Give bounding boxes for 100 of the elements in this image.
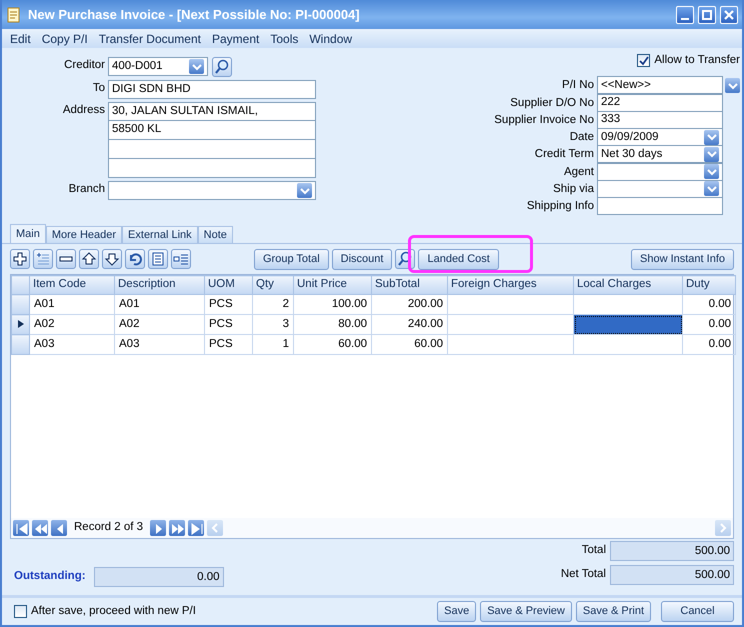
field-value: 400-D001: [112, 58, 163, 74]
column-header: Item Code: [30, 276, 114, 294]
close-button[interactable]: [720, 6, 738, 24]
add-button[interactable]: [10, 249, 30, 269]
first-button[interactable]: [13, 520, 29, 536]
table-cell: A02: [114, 314, 204, 334]
dropdown-button[interactable]: [704, 164, 719, 180]
menu-item[interactable]: Edit: [10, 30, 31, 48]
input-field[interactable]: <<New>>: [597, 76, 723, 94]
table-cell: A03: [30, 334, 114, 354]
column-header: UOM: [204, 276, 252, 294]
field-value: 222: [601, 95, 620, 110]
maximize-button[interactable]: [698, 6, 716, 24]
row-selector[interactable]: [12, 314, 30, 334]
checkbox-label: After save, proceed with new P/I: [31, 604, 196, 619]
up-arrow-icon: [81, 251, 97, 267]
dropdown-field[interactable]: Net 30 days: [597, 145, 723, 164]
dropdown-button[interactable]: [704, 181, 719, 196]
minimize-icon: [681, 18, 689, 20]
toolbar-button[interactable]: Discount: [332, 248, 392, 270]
tab[interactable]: Note: [198, 226, 233, 243]
checkbox[interactable]: [14, 605, 27, 618]
field-value: 333: [601, 112, 620, 128]
table-cell: 200.00: [372, 294, 448, 314]
toolbar-button[interactable]: Landed Cost: [418, 248, 499, 270]
show-instant-info-button[interactable]: Show Instant Info: [631, 248, 734, 270]
field-label: Creditor: [63, 58, 106, 73]
minus-button[interactable]: [56, 249, 76, 269]
rewind-icon: [33, 521, 47, 535]
input-field[interactable]: 333: [597, 110, 723, 129]
checkbox[interactable]: [637, 54, 650, 68]
outstanding-value: 0.00: [94, 567, 224, 587]
maximize-icon: [700, 8, 714, 22]
dropdown-field[interactable]: 09/09/2009: [597, 128, 723, 146]
footer-button[interactable]: Save & Print: [576, 601, 651, 622]
checkmark-icon: [638, 56, 649, 66]
checkbox-label: Allow to Transfer: [654, 53, 740, 68]
previous-button[interactable]: [51, 520, 67, 536]
first-icon: [14, 521, 28, 535]
dropdown-button[interactable]: [297, 183, 312, 198]
field-label: Ship via: [553, 182, 595, 197]
field-label: Date: [570, 130, 595, 145]
dropdown-field[interactable]: [597, 180, 723, 198]
dropdown-button[interactable]: [189, 59, 204, 74]
outstanding-label: Outstanding:: [14, 569, 86, 584]
input-field[interactable]: [597, 197, 723, 216]
column-header: Description: [114, 276, 204, 294]
field-value: 09/09/2009: [601, 130, 659, 144]
selected-cell[interactable]: [574, 314, 682, 334]
fast-forward-icon: [170, 521, 184, 535]
down-arrow-button[interactable]: [102, 249, 122, 269]
table-cell: 60.00: [372, 334, 448, 354]
rewind-button[interactable]: [32, 520, 48, 536]
tab[interactable]: Main: [10, 224, 46, 243]
footer-button[interactable]: Save & Preview: [480, 601, 572, 622]
menu-item[interactable]: Window: [309, 30, 352, 48]
minimize-button[interactable]: [676, 6, 694, 24]
field-label: Supplier D/O No: [510, 96, 595, 110]
field-label: Supplier Invoice No: [494, 112, 595, 128]
dropdown-button[interactable]: [704, 146, 719, 162]
undo-button[interactable]: [125, 249, 145, 269]
last-button[interactable]: [188, 520, 204, 536]
next-button[interactable]: [150, 520, 166, 536]
column-header: Local Charges: [574, 276, 682, 294]
list-button[interactable]: [148, 249, 168, 269]
tab[interactable]: External Link: [122, 226, 198, 243]
table-cell: 100.00: [294, 294, 372, 314]
table-cell: 3: [252, 314, 294, 334]
footer-button[interactable]: Cancel: [661, 601, 734, 622]
up-arrow-button[interactable]: [79, 249, 99, 269]
table-cell: 1: [252, 334, 294, 354]
creditor-field[interactable]: 400-D001: [108, 57, 208, 76]
menu-item[interactable]: Copy P/I: [42, 30, 88, 48]
lookup-button[interactable]: [212, 57, 232, 77]
dropdown-button[interactable]: [704, 130, 719, 145]
record-counter: Record 2 of 3: [73, 520, 144, 536]
menu-item[interactable]: Tools: [270, 30, 298, 48]
footer-button[interactable]: Save: [437, 601, 476, 622]
input-field[interactable]: 222: [597, 94, 723, 112]
fast-forward-button[interactable]: [169, 520, 186, 536]
toolbar-button[interactable]: Group Total: [254, 248, 329, 270]
row-pointer-icon: [18, 320, 24, 328]
table-cell: 60.00: [294, 334, 372, 354]
detail-list-button[interactable]: [171, 249, 191, 269]
menu-item[interactable]: Payment: [212, 30, 260, 48]
table-cell: 0.00: [682, 314, 736, 334]
tab[interactable]: More Header: [46, 226, 122, 243]
menu-item[interactable]: Transfer Document: [98, 30, 201, 48]
table-cell: 80.00: [294, 314, 372, 334]
table-cell: PCS: [204, 334, 252, 354]
list-icon: [150, 251, 166, 267]
dropdown-button[interactable]: [725, 78, 740, 94]
total-label: Total: [582, 543, 606, 558]
window-title: New Purchase Invoice - [Next Possible No: PI-000004]: [28, 6, 360, 24]
column-header: Unit Price: [294, 276, 372, 294]
column-header: Qty: [252, 276, 294, 294]
to-field[interactable]: DIGI SDN BHD: [108, 80, 316, 99]
dropdown-field[interactable]: [597, 162, 723, 181]
branch-field[interactable]: [108, 181, 316, 200]
total-value: 500.00: [610, 565, 734, 585]
